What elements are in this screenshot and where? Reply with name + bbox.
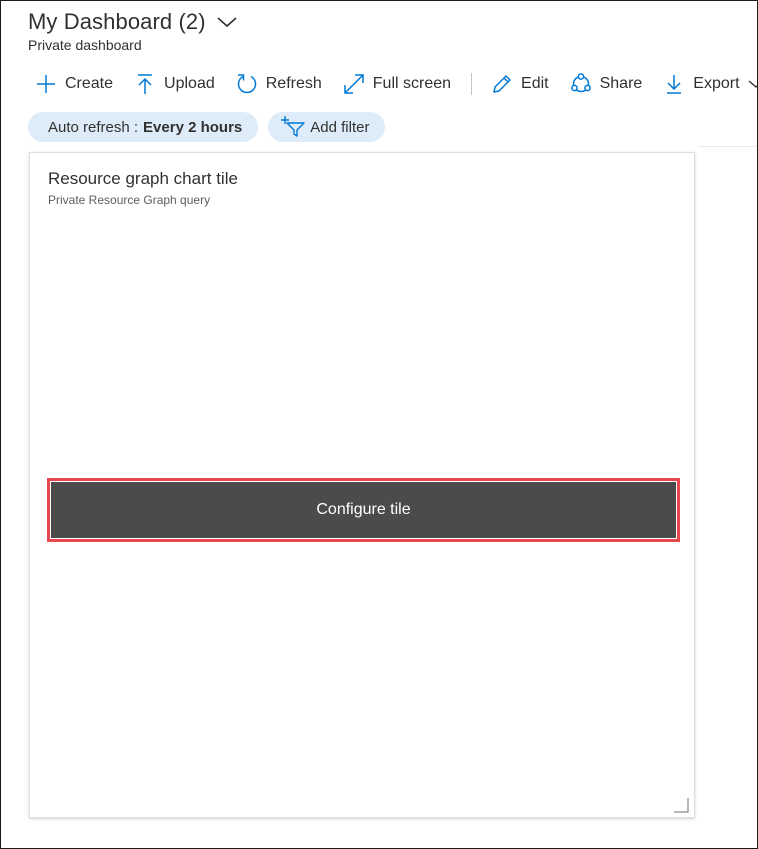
chevron-down-icon[interactable] xyxy=(216,15,238,29)
full-screen-icon xyxy=(342,72,366,96)
tile-title: Resource graph chart tile xyxy=(48,169,238,188)
export-button[interactable]: Export xyxy=(662,69,757,99)
plus-icon xyxy=(34,72,58,96)
divider xyxy=(698,146,757,147)
tile-subtitle: Private Resource Graph query xyxy=(48,193,211,207)
edit-label: Edit xyxy=(521,75,549,92)
refresh-icon xyxy=(235,72,259,96)
configure-tile-button[interactable]: Configure tile xyxy=(47,478,680,542)
resource-graph-tile[interactable]: Resource graph chart tile Private Resour… xyxy=(29,152,695,818)
toolbar-separator xyxy=(471,73,473,95)
upload-label: Upload xyxy=(164,75,215,92)
share-icon xyxy=(569,72,593,96)
auto-refresh-pill[interactable]: Auto refresh : Every 2 hours xyxy=(28,112,259,142)
create-label: Create xyxy=(65,75,114,92)
filter-bar: Auto refresh : Every 2 hours Add filter xyxy=(28,112,395,142)
refresh-label: Refresh xyxy=(265,75,322,92)
resize-handle-icon[interactable] xyxy=(673,797,689,813)
upload-button[interactable]: Upload xyxy=(133,69,215,99)
share-label: Share xyxy=(599,75,643,92)
refresh-button[interactable]: Refresh xyxy=(235,69,322,99)
auto-refresh-value: Every 2 hours xyxy=(143,118,243,136)
dashboard-header: My Dashboard (2) Private dashboard xyxy=(28,9,238,53)
auto-refresh-label: Auto refresh : xyxy=(48,118,139,136)
page-title: My Dashboard (2) xyxy=(28,9,206,34)
full-screen-label: Full screen xyxy=(372,75,452,92)
upload-icon xyxy=(133,72,157,96)
export-icon xyxy=(662,72,686,96)
command-bar: Create Upload Refresh Full screen Edit S… xyxy=(34,69,757,99)
chevron-down-icon xyxy=(748,72,757,96)
title-row: My Dashboard (2) xyxy=(28,9,238,35)
create-button[interactable]: Create xyxy=(34,69,113,99)
add-filter-button[interactable]: Add filter xyxy=(268,112,386,142)
full-screen-button[interactable]: Full screen xyxy=(342,69,451,99)
add-filter-label: Add filter xyxy=(310,118,370,136)
edit-button[interactable]: Edit xyxy=(490,69,549,99)
export-label: Export xyxy=(693,75,740,92)
share-button[interactable]: Share xyxy=(569,69,643,99)
add-filter-icon xyxy=(280,115,306,139)
page-subtitle: Private dashboard xyxy=(28,37,142,53)
edit-icon xyxy=(490,72,514,96)
dashboard-window: My Dashboard (2) Private dashboard Creat… xyxy=(0,0,758,849)
